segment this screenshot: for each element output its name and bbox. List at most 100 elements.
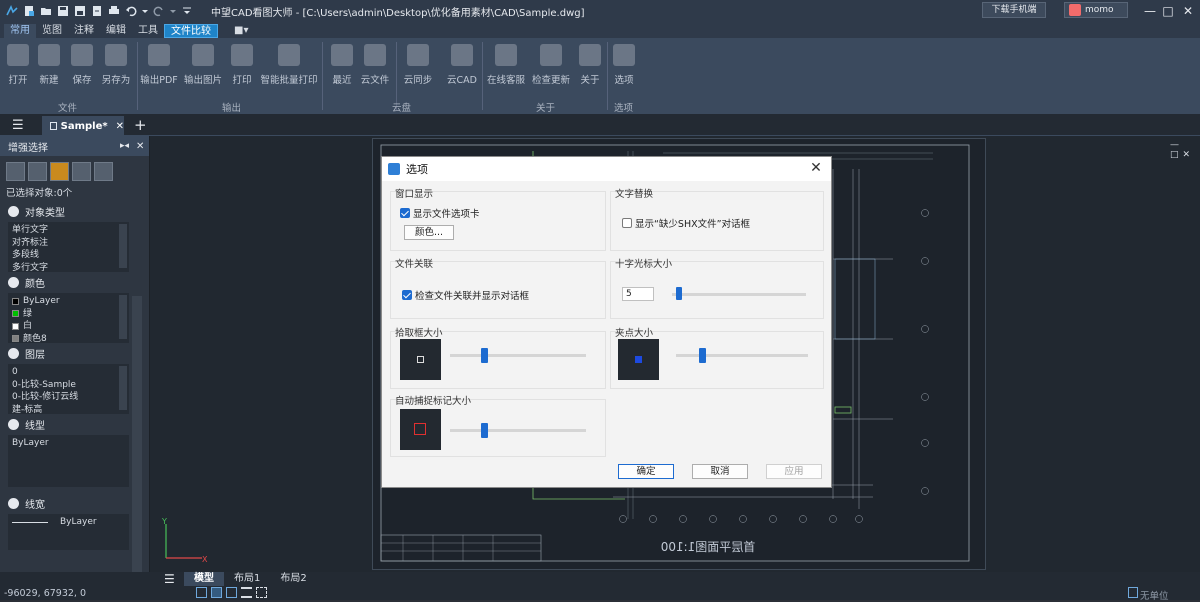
user-account-button[interactable]: momo	[1064, 2, 1128, 18]
undo-dropdown-icon[interactable]	[142, 5, 148, 17]
section-linetype[interactable]: 线型	[0, 414, 149, 435]
export-image-button[interactable]: 输出图片	[184, 42, 222, 86]
list-item[interactable]: 颜色8	[12, 333, 125, 343]
dialog-close-icon[interactable]: ✕	[809, 161, 823, 175]
save-button[interactable]: 保存	[70, 42, 94, 86]
new-button[interactable]: 新建	[36, 42, 62, 86]
list-item[interactable]: 多行文字	[12, 262, 125, 273]
tab-file-compare[interactable]: 文件比较	[164, 24, 218, 38]
tab-annotate[interactable]: 注释	[68, 24, 100, 38]
minimize-icon[interactable]: —	[1142, 3, 1158, 19]
online-service-button[interactable]: 在线客服	[486, 42, 526, 86]
print-button[interactable]: 打印	[230, 42, 254, 86]
minimize-icon[interactable]: —	[1170, 140, 1183, 150]
pickbox-slider-thumb[interactable]	[481, 348, 488, 363]
window-select-icon[interactable]	[72, 162, 91, 181]
crosshair-size-input[interactable]: 5	[622, 287, 654, 301]
list-item[interactable]: 对齐标注	[12, 237, 125, 250]
list-item[interactable]: 绿	[12, 308, 125, 321]
grip-slider-thumb[interactable]	[699, 348, 707, 363]
show-file-tabs-checkbox[interactable]: 显示文件选项卡	[400, 206, 480, 220]
save-icon[interactable]	[57, 5, 69, 17]
undo-icon[interactable]	[125, 5, 137, 17]
ortho-icon[interactable]	[226, 587, 237, 598]
save-as-button[interactable]: 另存为	[100, 42, 132, 86]
list-item[interactable]: 建-标高	[12, 404, 125, 415]
open-button[interactable]: 打开	[6, 42, 30, 86]
autosnap-slider-track[interactable]	[450, 429, 586, 432]
redo-icon[interactable]	[153, 5, 165, 17]
cloud-sync-button[interactable]: 云同步	[402, 42, 434, 86]
apply-button[interactable]: 应用	[766, 464, 822, 479]
list-item[interactable]: 多段线	[12, 249, 125, 262]
tab-close-icon[interactable]: ✕	[116, 121, 124, 132]
open-folder-icon[interactable]	[40, 5, 52, 17]
autosnap-slider-thumb[interactable]	[481, 423, 488, 438]
check-file-assoc-checkbox[interactable]: 检查文件关联并显示对话框	[402, 288, 529, 302]
lineweight-icon[interactable]	[241, 587, 252, 598]
tab-layout2[interactable]: 布局2	[270, 572, 316, 586]
invert-selection-icon[interactable]	[50, 162, 69, 181]
close-icon[interactable]: ✕	[1183, 150, 1195, 160]
check-update-button[interactable]: 检查更新	[532, 42, 570, 86]
tab-layout1[interactable]: 布局1	[224, 572, 270, 586]
save-as-icon[interactable]	[74, 5, 86, 17]
fullscreen-icon[interactable]	[256, 587, 267, 598]
tab-home[interactable]: 常用	[4, 24, 36, 38]
export-pdf-button[interactable]: 输出PDF	[140, 42, 178, 86]
maximize-icon[interactable]: □	[1160, 3, 1176, 19]
about-button[interactable]: 关于	[578, 42, 602, 86]
redo-dropdown-icon[interactable]	[170, 5, 176, 17]
cancel-button[interactable]: 取消	[692, 464, 748, 479]
pickbox-slider-track[interactable]	[450, 354, 586, 357]
customize-toolbar-icon[interactable]	[181, 5, 193, 17]
close-icon[interactable]: ✕	[1180, 3, 1196, 19]
grid-icon[interactable]	[196, 587, 207, 598]
deselect-filter-icon[interactable]	[28, 162, 47, 181]
show-missing-shx-checkbox[interactable]: 显示“缺少SHX文件”对话框	[622, 216, 750, 230]
scrollbar[interactable]	[119, 366, 127, 410]
list-item[interactable]: 白	[12, 320, 125, 333]
list-item[interactable]: 单行文字	[12, 224, 125, 237]
color-button[interactable]: 颜色...	[404, 225, 454, 240]
download-mobile-button[interactable]: 下载手机端	[982, 2, 1046, 18]
scrollbar[interactable]	[119, 295, 127, 339]
list-item[interactable]: 0-比较-修订云线	[12, 391, 125, 404]
list-item[interactable]: ByLayer	[12, 516, 125, 529]
scrollbar[interactable]	[119, 224, 127, 268]
options-button[interactable]: 选项	[612, 42, 636, 86]
section-object-type[interactable]: 对象类型	[0, 201, 149, 222]
add-tab-icon[interactable]: +	[134, 116, 147, 134]
ribbon-display-toggle-icon[interactable]: ■▾	[228, 24, 254, 38]
ok-button[interactable]: 确定	[618, 464, 674, 479]
section-lineweight[interactable]: 线宽	[0, 493, 149, 514]
grip-slider-track[interactable]	[676, 354, 808, 357]
select-filter-icon[interactable]	[6, 162, 25, 181]
restore-icon[interactable]: □	[1170, 150, 1183, 160]
section-color[interactable]: 颜色	[0, 272, 149, 293]
list-item[interactable]: ByLayer	[12, 295, 125, 308]
tab-tools[interactable]: 工具	[132, 24, 164, 38]
layout-menu-icon[interactable]: ☰	[164, 572, 175, 586]
export-icon[interactable]	[91, 5, 103, 17]
batch-print-button[interactable]: 智能批量打印	[260, 42, 318, 86]
snap-icon[interactable]	[211, 587, 222, 598]
crosshair-slider-track[interactable]	[672, 293, 806, 296]
pin-icon[interactable]: ▸◂	[120, 141, 129, 151]
print-icon[interactable]	[108, 5, 120, 17]
tab-view[interactable]: 览图	[36, 24, 68, 38]
list-item[interactable]: ByLayer	[12, 437, 125, 450]
panel-close-icon[interactable]: ✕	[136, 141, 144, 152]
tab-edit[interactable]: 编辑	[100, 24, 132, 38]
list-item[interactable]: 0-比较-Sample	[12, 379, 125, 392]
list-item[interactable]: 0	[12, 366, 125, 379]
tab-model[interactable]: 模型	[184, 572, 224, 586]
section-layer[interactable]: 图层	[0, 343, 149, 364]
recent-button[interactable]: 最近	[330, 42, 354, 86]
menu-icon[interactable]: ☰	[12, 118, 24, 133]
tab-sample[interactable]: Sample* ✕	[42, 116, 124, 136]
crosshair-slider-thumb[interactable]	[675, 287, 682, 300]
new-file-icon[interactable]	[23, 5, 35, 17]
panel-scrollbar[interactable]	[132, 296, 142, 576]
cloud-cad-button[interactable]: 云CAD	[446, 42, 478, 86]
